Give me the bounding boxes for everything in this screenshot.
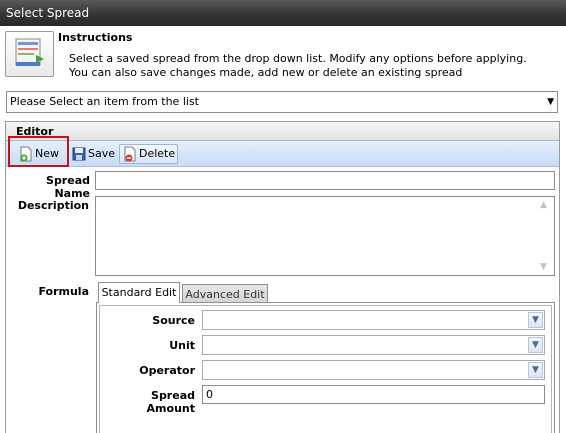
scroll-down-icon[interactable]: ▼ — [540, 262, 547, 272]
description-label: Description — [17, 199, 89, 212]
source-label: Source — [152, 314, 195, 327]
instructions-text: Select a saved spread from the drop down… — [69, 52, 527, 79]
editor-title: Editor — [6, 122, 559, 141]
tab-advanced-edit[interactable]: Advanced Edit — [182, 284, 268, 303]
save-button-label: Save — [88, 147, 116, 160]
formula-label: Formula — [38, 285, 89, 298]
instructions-title: Instructions — [58, 31, 133, 44]
instructions-icon — [5, 31, 54, 77]
spread-amount-input[interactable]: 0 — [202, 385, 545, 404]
delete-button-label: Delete — [139, 147, 176, 160]
tab-standard-edit[interactable]: Standard Edit — [98, 282, 180, 303]
save-button[interactable]: Save — [69, 144, 118, 164]
window-title-bar[interactable]: Select Spread — [0, 0, 566, 26]
new-button-highlight — [8, 136, 69, 167]
description-scrollbar[interactable]: ▲ ▼ — [537, 197, 554, 275]
scroll-up-icon[interactable]: ▲ — [540, 200, 547, 210]
spread-select-dropdown[interactable]: Please Select an item from the list ▼ — [6, 91, 558, 113]
delete-button[interactable]: Delete — [119, 144, 178, 164]
window-title: Select Spread — [6, 6, 90, 20]
delete-document-icon — [123, 146, 137, 162]
chevron-down-icon[interactable]: ▼ — [528, 362, 543, 378]
spread-amount-label: Spread Amount — [146, 389, 195, 415]
source-dropdown[interactable]: ▼ — [202, 310, 545, 330]
spread-name-label: Spread Name — [46, 174, 90, 200]
floppy-disk-icon — [72, 146, 86, 162]
description-textarea[interactable]: ▲ ▼ — [95, 196, 555, 276]
chevron-down-icon[interactable]: ▼ — [528, 337, 543, 353]
operator-label: Operator — [139, 364, 195, 377]
chevron-down-icon[interactable]: ▼ — [528, 312, 543, 328]
unit-label: Unit — [169, 339, 195, 352]
unit-dropdown[interactable]: ▼ — [202, 335, 545, 355]
spread-select-value: Please Select an item from the list — [10, 95, 199, 108]
spread-name-input[interactable] — [95, 171, 555, 190]
operator-dropdown[interactable]: ▼ — [202, 360, 545, 380]
chevron-down-icon[interactable]: ▼ — [547, 92, 554, 112]
select-spread-window: Select Spread Instructions Select a save… — [0, 0, 566, 433]
editor-toolbar: New Save Delete — [6, 141, 559, 167]
